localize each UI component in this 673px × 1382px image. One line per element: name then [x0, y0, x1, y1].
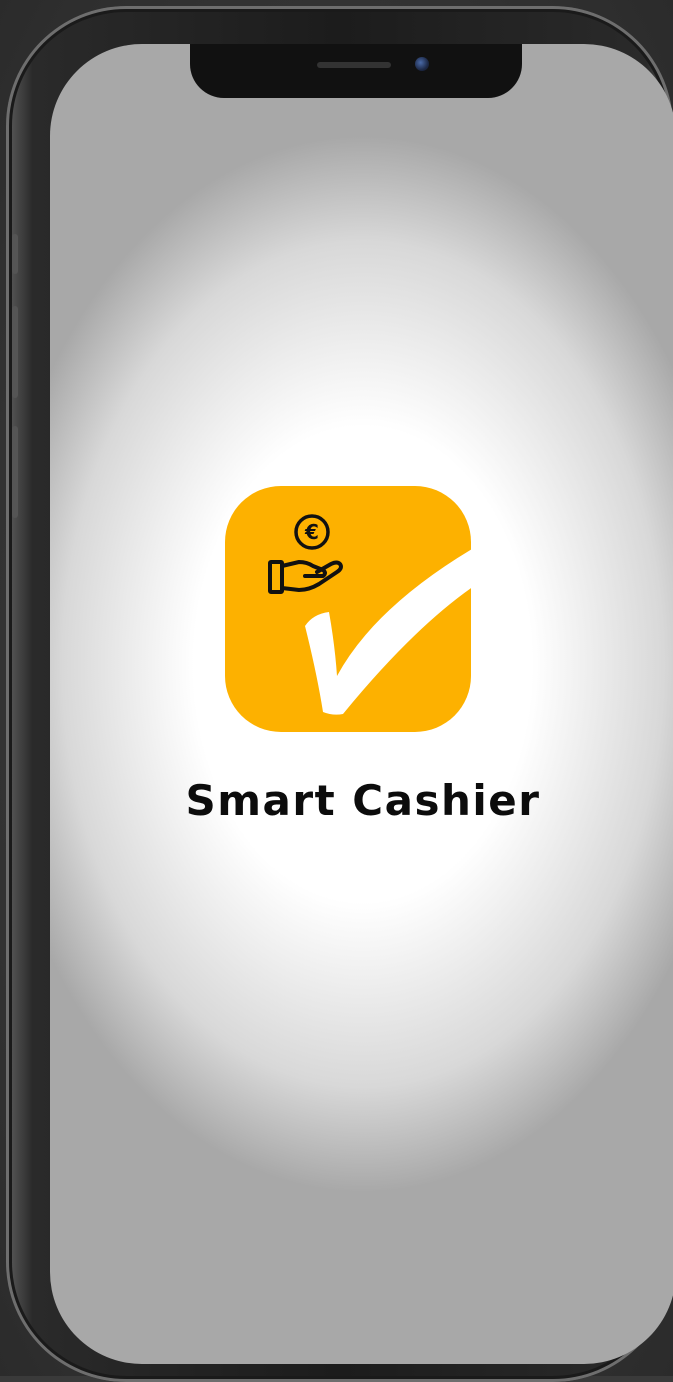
volume-up-button [12, 306, 18, 398]
app-logo-icon: € [225, 486, 471, 732]
checkmark-icon [305, 549, 471, 715]
notch [190, 44, 522, 98]
open-hand-icon [268, 560, 343, 594]
euro-symbol: € [304, 520, 319, 544]
euro-coin-icon: € [294, 514, 330, 550]
logo-artwork: € [268, 514, 471, 715]
splash-screen: € Smart Cashier [50, 44, 673, 1364]
app-name-label: Smart Cashier [185, 776, 541, 825]
mute-switch [12, 234, 18, 274]
front-camera-icon [415, 57, 429, 71]
volume-down-button [12, 426, 18, 518]
earpiece-speaker [317, 62, 391, 68]
phone-frame: € Smart Cashier [6, 6, 673, 1382]
